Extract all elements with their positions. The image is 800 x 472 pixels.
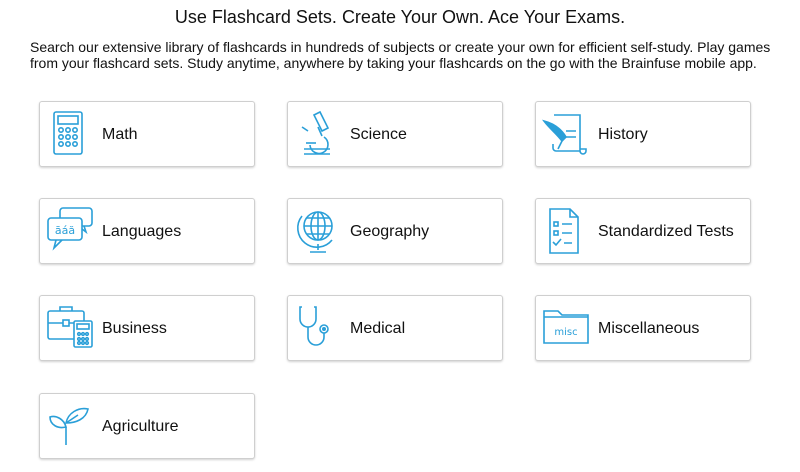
subject-card-math[interactable]: Math	[39, 101, 255, 167]
svg-text:misc: misc	[554, 327, 577, 338]
svg-text:āáă: āáă	[55, 224, 75, 237]
flashcards-page: Use Flashcard Sets. Create Your Own. Ace…	[0, 0, 800, 472]
microscope-icon	[294, 109, 346, 161]
intro-text: Search our extensive library of flashcar…	[30, 39, 771, 71]
calculator-icon	[46, 109, 98, 161]
speech-bubbles-icon: āáă	[46, 206, 98, 258]
globe-icon	[294, 206, 346, 258]
subject-card-languages[interactable]: āáă Languages	[39, 198, 255, 264]
subject-card-science[interactable]: Science	[287, 101, 503, 167]
sprout-icon	[46, 401, 98, 453]
subject-label: Agriculture	[102, 418, 179, 435]
subject-label: Standardized Tests	[598, 223, 734, 240]
briefcase-calculator-icon	[46, 303, 98, 355]
subject-label: Math	[102, 126, 138, 143]
subject-label: History	[598, 126, 648, 143]
subject-card-miscellaneous[interactable]: misc Miscellaneous	[535, 295, 751, 361]
subject-label: Languages	[102, 223, 182, 240]
folder-icon: misc	[542, 303, 594, 355]
subject-card-medical[interactable]: Medical	[287, 295, 503, 361]
stethoscope-icon	[294, 303, 346, 355]
subject-card-history[interactable]: History	[535, 101, 751, 167]
subject-label: Geography	[350, 223, 430, 240]
subject-card-geography[interactable]: Geography	[287, 198, 503, 264]
page-title: Use Flashcard Sets. Create Your Own. Ace…	[174, 7, 626, 27]
checklist-icon	[542, 206, 594, 258]
subject-card-standardized-tests[interactable]: Standardized Tests	[535, 198, 751, 264]
subject-card-business[interactable]: Business	[39, 295, 255, 361]
scroll-quill-icon	[542, 109, 594, 161]
subject-label: Business	[102, 320, 167, 337]
subject-label: Miscellaneous	[598, 320, 700, 337]
subject-label: Medical	[350, 320, 406, 337]
subject-label: Science	[350, 126, 407, 143]
subject-card-agriculture[interactable]: Agriculture	[39, 393, 255, 459]
